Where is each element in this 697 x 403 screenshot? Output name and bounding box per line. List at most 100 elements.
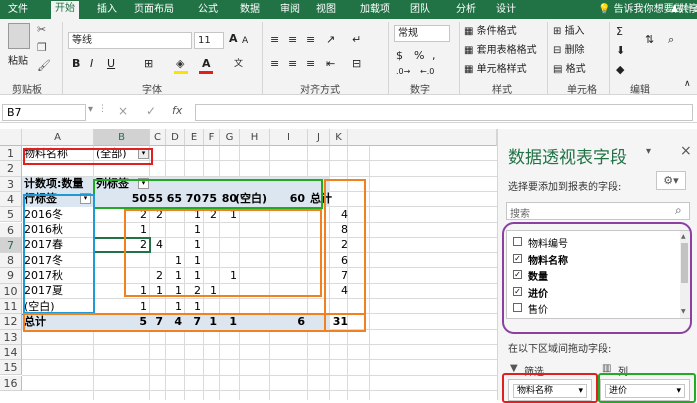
grow-font-icon[interactable]: A bbox=[229, 32, 238, 46]
cell-styles-button[interactable]: ▦ 单元格样式 bbox=[464, 63, 527, 77]
row-header-5[interactable]: 5 bbox=[0, 207, 22, 223]
field-checkbox[interactable] bbox=[513, 303, 522, 312]
row-header-3[interactable]: 3 bbox=[0, 176, 22, 192]
align-bottom-icon[interactable]: ≡ bbox=[306, 33, 315, 47]
font-size-select[interactable]: 11 bbox=[194, 32, 224, 49]
spreadsheet-grid[interactable]: ABCDEFGHIJKL12345678910111213141516物料名称(… bbox=[0, 129, 497, 400]
scroll-thumb[interactable] bbox=[681, 243, 688, 283]
row-header-15[interactable]: 15 bbox=[0, 360, 22, 376]
conditional-format-button[interactable]: ▦ 条件格式 bbox=[464, 25, 517, 39]
row-header-11[interactable]: 11 bbox=[0, 299, 22, 315]
column-header-i[interactable]: I bbox=[270, 129, 308, 146]
font-name-select[interactable]: 等线 bbox=[68, 32, 192, 49]
phonetic-icon[interactable]: 文 bbox=[234, 57, 243, 71]
name-box[interactable]: B7 bbox=[2, 104, 86, 121]
tab-7[interactable]: 审阅 bbox=[280, 2, 300, 17]
field-checkbox[interactable] bbox=[513, 237, 522, 246]
underline-button[interactable]: U bbox=[107, 57, 115, 71]
select-all-corner[interactable] bbox=[0, 129, 22, 146]
field-checkbox[interactable]: ✓ bbox=[513, 286, 522, 296]
filter-field-chip[interactable]: 物料名称 ▾ bbox=[513, 384, 587, 398]
tab-10[interactable]: 团队 bbox=[410, 2, 430, 17]
row-header-6[interactable]: 6 bbox=[0, 222, 22, 238]
column-header-b[interactable]: B bbox=[94, 129, 150, 146]
field-checkbox[interactable]: ✓ bbox=[513, 253, 522, 263]
tab-11[interactable]: 分析 bbox=[456, 2, 476, 17]
italic-button[interactable]: I bbox=[90, 57, 93, 71]
row-header-14[interactable]: 14 bbox=[0, 344, 22, 361]
settings-gear-icon[interactable]: ⚙▾ bbox=[656, 171, 686, 190]
column-area-dropzone[interactable]: 进价 ▾ bbox=[600, 379, 690, 401]
column-header-g[interactable]: G bbox=[220, 129, 240, 146]
field-checkbox[interactable]: ✓ bbox=[513, 270, 522, 279]
bold-button[interactable]: B bbox=[72, 57, 80, 71]
tab-9[interactable]: 加载项 bbox=[360, 2, 390, 17]
align-top-icon[interactable]: ≡ bbox=[270, 33, 279, 47]
row-header-12[interactable]: 12 bbox=[0, 314, 22, 330]
row-header-2[interactable]: 2 bbox=[0, 161, 22, 177]
column-field-chip[interactable]: 进价 ▾ bbox=[605, 384, 685, 398]
insert-cells-button[interactable]: ⊞ 插入 bbox=[553, 25, 585, 39]
fill-color-icon[interactable]: ◈ bbox=[176, 57, 184, 71]
align-right-icon[interactable]: ≡ bbox=[306, 57, 315, 71]
border-icon[interactable]: ⊞ bbox=[144, 57, 153, 71]
delete-cells-button[interactable]: ⊟ 删除 bbox=[553, 44, 585, 58]
cut-icon[interactable]: ✂ bbox=[37, 23, 46, 37]
column-header-j[interactable]: J bbox=[308, 129, 330, 146]
formula-input[interactable] bbox=[195, 104, 693, 121]
name-box-dropdown-icon[interactable]: ▾ bbox=[88, 104, 93, 115]
column-header-extra[interactable] bbox=[370, 129, 497, 146]
scroll-up-icon[interactable]: ▲ bbox=[681, 233, 686, 240]
filter-area-dropzone[interactable]: 物料名称 ▾ bbox=[508, 379, 592, 401]
wrap-text-icon[interactable]: ↵ bbox=[352, 33, 361, 47]
paste-button[interactable]: 粘贴 bbox=[8, 52, 28, 67]
tab-5[interactable]: 公式 bbox=[198, 2, 218, 17]
paste-icon[interactable] bbox=[8, 23, 30, 49]
find-select-icon[interactable]: ⌕ bbox=[668, 33, 674, 47]
currency-icon[interactable]: $ bbox=[396, 49, 403, 63]
fill-icon[interactable]: ⬇ bbox=[616, 44, 625, 58]
chip-dropdown-icon[interactable]: ▾ bbox=[578, 385, 583, 397]
row-header-10[interactable]: 10 bbox=[0, 283, 22, 299]
field-list-scrollbar[interactable]: ▲ ▼ bbox=[680, 231, 690, 318]
font-color-icon[interactable]: A bbox=[202, 57, 211, 71]
align-middle-icon[interactable]: ≡ bbox=[288, 33, 297, 47]
share-button[interactable]: ♟共享 bbox=[670, 2, 697, 17]
column-header-f[interactable]: F bbox=[204, 129, 220, 146]
tab-4[interactable]: 页面布局 bbox=[134, 2, 174, 17]
cancel-icon[interactable]: × bbox=[118, 104, 128, 118]
scroll-down-icon[interactable]: ▼ bbox=[681, 308, 686, 315]
align-center-icon[interactable]: ≡ bbox=[288, 57, 297, 71]
column-header-c[interactable]: C bbox=[150, 129, 166, 146]
selected-cell-b7[interactable] bbox=[93, 236, 151, 254]
percent-button[interactable]: % bbox=[414, 49, 424, 63]
tab-1[interactable]: 文件 bbox=[8, 2, 28, 17]
row-header-1[interactable]: 1 bbox=[0, 146, 22, 162]
tab-12[interactable]: 设计 bbox=[496, 2, 516, 17]
decrease-decimal-icon[interactable]: ←.0 bbox=[420, 65, 434, 79]
field-search-input[interactable]: 搜索 ⌕ bbox=[506, 202, 690, 220]
number-format-select[interactable]: 常规 bbox=[394, 25, 450, 42]
row-header-7[interactable]: 7 bbox=[0, 237, 22, 254]
copy-icon[interactable]: ❐ bbox=[37, 41, 47, 55]
merge-center-icon[interactable]: ⊟ bbox=[352, 57, 361, 71]
pane-options-icon[interactable]: ▾ bbox=[646, 146, 651, 157]
row-header-4[interactable]: 4 bbox=[0, 191, 22, 208]
filter-dropdown-icon[interactable]: ▾ bbox=[138, 147, 149, 159]
close-icon[interactable]: × bbox=[680, 143, 692, 159]
column-header-a[interactable]: A bbox=[22, 129, 94, 146]
collapse-ribbon-icon[interactable]: ∧ bbox=[684, 77, 691, 91]
indent-icon[interactable]: ⇤ bbox=[326, 57, 335, 71]
tab-3[interactable]: 插入 bbox=[97, 2, 117, 17]
comma-button[interactable]: , bbox=[432, 49, 436, 63]
column-header-k[interactable]: K bbox=[330, 129, 348, 146]
clear-icon[interactable]: ◆ bbox=[616, 63, 624, 77]
column-labels-dropdown-icon[interactable]: ▾ bbox=[138, 178, 149, 190]
autosum-icon[interactable]: Σ bbox=[616, 25, 623, 39]
format-painter-icon[interactable]: 🖌 bbox=[37, 59, 51, 73]
row-header-13[interactable]: 13 bbox=[0, 329, 22, 345]
chip-dropdown-icon[interactable]: ▾ bbox=[676, 385, 681, 397]
insert-function-icon[interactable]: fx bbox=[172, 104, 182, 117]
column-header-h[interactable]: H bbox=[240, 129, 270, 146]
align-left-icon[interactable]: ≡ bbox=[270, 57, 279, 71]
